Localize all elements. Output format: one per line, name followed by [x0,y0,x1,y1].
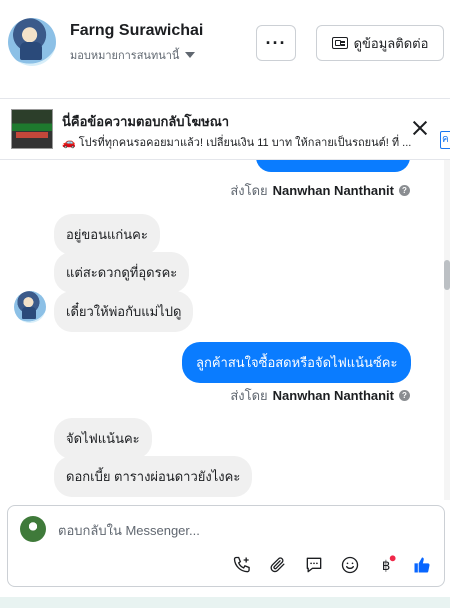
sent-by-label: ส่งโดย Nanwhan Nanthanit ? [230,180,410,201]
sent-by-prefix: ส่งโดย [230,388,268,403]
incoming-message: อยู่ขอนแก่นคะ [54,214,160,255]
more-options-button[interactable]: ··· [256,25,296,61]
scrollbar-thumb[interactable] [444,260,450,290]
outgoing-message-partial [256,160,410,172]
incoming-message: ดอกเบี้ย ตารางผ่อนดาวยังไงคะ [54,456,253,497]
conversation-header: Farng Surawichai มอบหมายการสนทนานี้ ··· … [0,0,450,90]
smiley-icon[interactable] [339,554,361,576]
customer-avatar[interactable] [8,18,56,66]
sender-name: Nanwhan Nanthanit [272,388,394,403]
customer-name[interactable]: Farng Surawichai [70,22,203,40]
reply-composer: ตอบกลับใน Messenger... ฿ [7,505,445,587]
sent-by-prefix: ส่งโดย [230,183,268,198]
page-avatar [20,516,46,542]
contact-card-icon [331,37,348,49]
chat-bubble-icon[interactable] [303,554,325,576]
paperclip-icon[interactable] [267,554,289,576]
svg-text:฿: ฿ [382,559,390,574]
assign-conversation-dropdown[interactable]: มอบหมายการสนทนานี้ [70,46,196,64]
help-icon[interactable]: ? [399,390,410,401]
ad-reply-subtitle: 🚗 โปรที่ทุกคนรอคอยมาแล้ว! เปลี่ยนเงิน 11… [62,137,412,149]
incoming-message: แต่สะดวกดูที่อุดรคะ [54,252,190,293]
ad-thumbnail [11,109,53,149]
reply-input[interactable]: ตอบกลับใน Messenger... [58,520,200,541]
close-icon[interactable] [411,119,429,137]
help-icon[interactable]: ? [399,185,410,196]
phone-plus-icon[interactable] [231,554,253,576]
customer-avatar-small [14,291,46,323]
footer-strip [0,597,450,608]
baht-icon[interactable]: ฿ [375,554,397,576]
view-contact-label: ดูข้อมูลติดต่อ [353,35,429,51]
incoming-message: จัดไฟแน้นคะ [54,418,152,459]
incoming-message: เดี๋ยวให้พ่อกับแม่ไปดู [54,291,194,332]
ad-reply-banner[interactable]: นี่คือข้อความตอบกลับโฆษณา 🚗 โปรที่ทุกคนร… [0,98,450,160]
scrollbar-track[interactable] [444,160,450,500]
edge-badge: ค [440,131,450,149]
chevron-down-icon [185,52,196,58]
sent-by-label: ส่งโดย Nanwhan Nanthanit ? [230,385,410,406]
ad-reply-title: นี่คือข้อความตอบกลับโฆษณา [62,114,230,129]
view-contact-button[interactable]: ดูข้อมูลติดต่อ [316,25,444,61]
message-thread: ส่งโดย Nanwhan Nanthanit ? อยู่ขอนแก่นคะ… [0,160,446,500]
assign-label: มอบหมายการสนทนานี้ [70,50,180,62]
outgoing-message: ลูกค้าสนใจซื้อสดหรือจัดไฟแน้นซ์คะ [182,342,412,383]
thumbs-up-icon[interactable] [411,554,433,576]
sender-name: Nanwhan Nanthanit [272,183,394,198]
